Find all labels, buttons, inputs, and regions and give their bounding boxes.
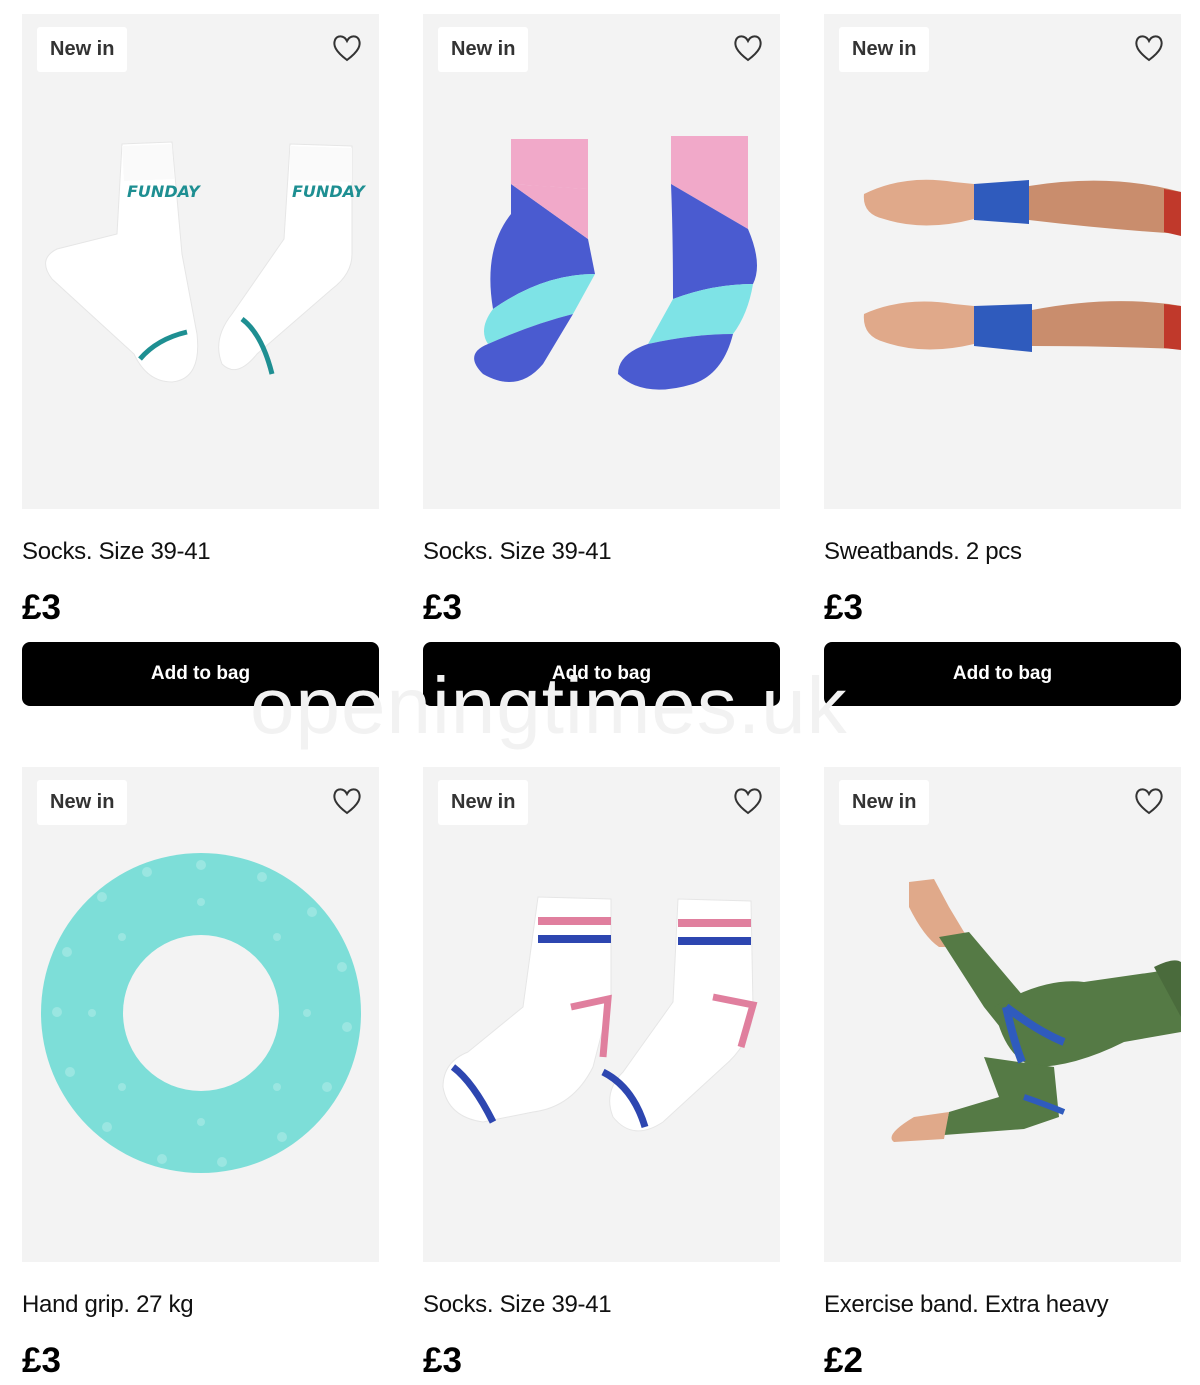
sock-right (618, 136, 757, 390)
product-image-frame[interactable]: New in (423, 767, 780, 1262)
product-grid: FUNDAY FUNDAY New in Socks. Size 39-41 £… (0, 0, 1200, 1385)
product-card[interactable]: New in Exercise band. Extra heavy £2 (824, 767, 1181, 1385)
sock-logo-text: FUNDAY (127, 182, 201, 201)
add-to-bag-button[interactable]: Add to bag (423, 642, 780, 706)
product-price: £3 (423, 588, 462, 627)
product-image-frame[interactable]: FUNDAY FUNDAY New in (22, 14, 379, 509)
product-price: £2 (824, 1341, 863, 1380)
product-image-colourblock-socks (474, 136, 757, 390)
product-card[interactable]: New in Sweatbands. 2 pcs £3 Add to bag (824, 14, 1181, 706)
new-in-badge: New in (37, 780, 128, 825)
product-title[interactable]: Socks. Size 39-41 (423, 538, 612, 566)
product-image-frame[interactable]: New in (824, 767, 1181, 1262)
product-price: £3 (423, 1341, 462, 1380)
heart-outline-icon[interactable] (331, 786, 363, 816)
product-price: £3 (22, 1341, 61, 1380)
arm-upper (863, 179, 1181, 236)
product-card[interactable]: FUNDAY FUNDAY New in Socks. Size 39-41 £… (22, 14, 379, 706)
product-title[interactable]: Exercise band. Extra heavy (824, 1291, 1109, 1319)
new-in-badge: New in (839, 27, 930, 72)
product-image-frame[interactable]: New in (824, 14, 1181, 509)
sock-right (601, 898, 758, 1132)
product-image-striped-socks (442, 896, 758, 1132)
product-card[interactable]: New in Hand grip. 27 kg £3 (22, 767, 379, 1385)
add-to-bag-button[interactable]: Add to bag (22, 642, 379, 706)
arm-lower (863, 301, 1181, 352)
new-in-badge: New in (438, 780, 529, 825)
sock-left (474, 139, 595, 382)
heart-outline-icon[interactable] (1133, 33, 1165, 63)
product-price: £3 (22, 588, 61, 627)
sock-logo-text: FUNDAY (292, 182, 366, 201)
product-title[interactable]: Socks. Size 39-41 (22, 538, 211, 566)
product-title[interactable]: Socks. Size 39-41 (423, 1291, 612, 1319)
product-image-frame[interactable]: New in (423, 14, 780, 509)
product-image-frame[interactable]: New in (22, 767, 379, 1262)
new-in-badge: New in (438, 27, 529, 72)
sock-left (442, 896, 612, 1124)
new-in-badge: New in (37, 27, 128, 72)
product-title[interactable]: Sweatbands. 2 pcs (824, 538, 1022, 566)
product-card[interactable]: New in Socks. Size 39-41 £3 (423, 767, 780, 1385)
heart-outline-icon[interactable] (1133, 786, 1165, 816)
add-to-bag-button[interactable]: Add to bag (824, 642, 1181, 706)
heart-outline-icon[interactable] (732, 786, 764, 816)
product-image-sweatbands (863, 179, 1181, 352)
new-in-badge: New in (839, 780, 930, 825)
leg-kneeling (891, 1057, 1066, 1142)
sock-left: FUNDAY (45, 141, 201, 383)
sock-right: FUNDAY (218, 143, 366, 375)
product-image-white-socks: FUNDAY FUNDAY (45, 141, 366, 383)
product-image-exercise-band (891, 879, 1181, 1142)
product-card[interactable]: New in Socks. Size 39-41 £3 Add to bag (423, 14, 780, 706)
heart-outline-icon[interactable] (331, 33, 363, 63)
heart-outline-icon[interactable] (732, 33, 764, 63)
product-price: £3 (824, 588, 863, 627)
product-image-hand-grip (41, 853, 361, 1173)
product-title[interactable]: Hand grip. 27 kg (22, 1291, 194, 1319)
